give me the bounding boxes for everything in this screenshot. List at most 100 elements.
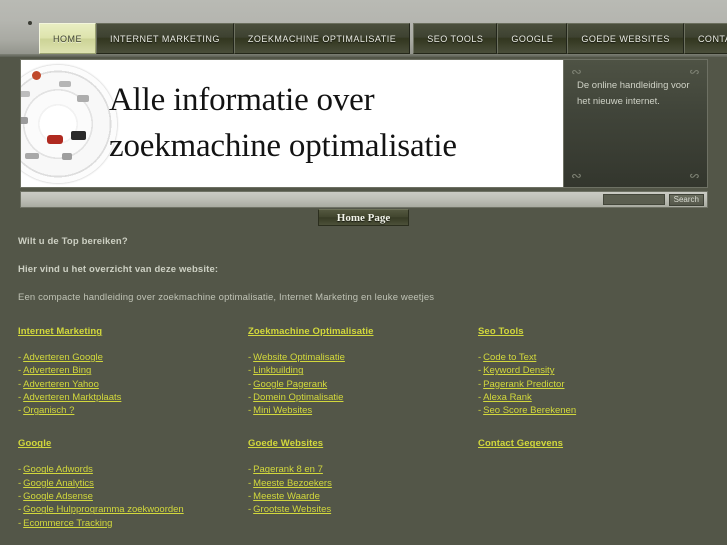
list-bullet-dash: - [478,391,482,403]
link-block: Seo Tools - Code to Text - Keyword Density - P… [478,321,709,417]
banner-tagline-text: De online handleiding voor het nieuwe in… [577,80,690,107]
list-item: - Adverteren Google [18,351,248,364]
list-bullet-dash: - [18,378,22,390]
link-block-title[interactable]: Seo Tools [478,326,524,337]
content-link[interactable]: Ecommerce Tracking [23,518,112,529]
banner-heading-line-1: Alle informatie over [109,81,375,118]
nav-tab-home[interactable]: HOME [39,23,96,54]
list-bullet-dash: - [18,504,22,516]
list-bullet-dash: - [248,464,252,476]
link-columns-grid: Internet Marketing - Adverteren Google - Adv… [18,321,709,530]
content-link[interactable]: Pagerank Predictor [483,379,564,390]
list-item: - Alexa Rank [478,391,709,404]
home-page-button[interactable]: Home Page [318,209,409,226]
list-bullet-dash: - [478,405,482,417]
list-bullet-dash: - [18,491,22,503]
link-list: - Website Optimalisatie - Linkbuilding - Goog… [248,351,478,417]
flourish-ornament-icon: ∾ [689,168,700,183]
content-link[interactable]: Linkbuilding [253,365,303,376]
list-bullet-dash: - [478,352,482,363]
list-item: - Meeste Bezoekers [248,477,478,490]
nav-tab-internet-marketing[interactable]: INTERNET MARKETING [96,23,234,54]
nav-tab-seo-tools[interactable]: SEO TOOLS [413,23,498,54]
content-link[interactable]: Meeste Waarde [253,491,320,502]
list-item: - Grootste Websites [248,503,478,516]
list-item: - Mini Websites [248,404,478,417]
content-link[interactable]: Google Pagerank [253,379,327,390]
content-link[interactable]: Google Analytics [23,478,94,489]
content-link[interactable]: Adverteren Marktplaats [23,392,121,403]
content-link[interactable]: Organisch ? [23,405,74,416]
content-link[interactable]: Adverteren Bing [23,365,91,376]
content-link[interactable]: Seo Score Berekenen [483,405,576,416]
list-item: - Adverteren Bing [18,364,248,377]
content-link[interactable]: Pagerank 8 en 7 [253,464,323,475]
main-navigation: HOME INTERNET MARKETING ZOEKMACHINE OPTIMA… [39,23,727,54]
link-block-title[interactable]: Google [18,438,51,449]
list-bullet-dash: - [478,378,482,390]
content-link[interactable]: Meeste Bezoekers [253,478,332,489]
content-link[interactable]: Google Adsense [23,491,93,502]
list-item: - Google Pagerank [248,378,478,391]
content-link[interactable]: Grootste Websites [253,504,331,515]
search-button[interactable]: Search [668,193,704,206]
banner-row: Alle informatie over zoekmachine optimal… [20,59,708,188]
banner-headline-panel: Alle informatie over zoekmachine optimal… [21,60,563,187]
content-link[interactable]: Website Optimalisatie [253,352,345,363]
list-item: - Linkbuilding [248,364,478,377]
list-bullet-dash: - [248,352,252,363]
content-link[interactable]: Alexa Rank [483,392,532,403]
content-link[interactable]: Keyword Density [483,365,554,376]
list-bullet-dash: - [248,504,252,516]
list-bullet-dash: - [248,491,252,503]
list-bullet-dash: - [18,477,22,489]
link-block-title[interactable]: Contact Gegevens [478,438,563,449]
content-link[interactable]: Google Hulpprogramma zoekwoorden [23,504,184,515]
link-list: - Google Adwords - Google Analytics - Google … [18,463,248,529]
list-item: - Adverteren Yahoo [18,378,248,391]
link-block-title[interactable]: Internet Marketing [18,326,102,337]
link-list: - Code to Text - Keyword Density - Pagerank P… [478,351,709,417]
list-item: - Keyword Density [478,364,709,377]
content-link[interactable]: Mini Websites [253,405,312,416]
list-item: - Pagerank 8 en 7 [248,463,478,476]
link-block: Zoekmachine Optimalisatie - Website Optima… [248,321,478,417]
list-bullet-dash: - [248,378,252,390]
content-link[interactable]: Domein Optimalisatie [253,392,343,403]
list-item: - Google Hulpprogramma zoekwoorden [18,503,248,516]
list-item: - Website Optimalisatie [248,351,478,364]
list-item: - Pagerank Predictor [478,378,709,391]
list-item: - Domein Optimalisatie [248,391,478,404]
intro-description: Een compacte handleiding over zoekmachin… [18,292,435,303]
list-bullet-dash: - [248,391,252,403]
list-item: - Adverteren Marktplaats [18,391,248,404]
intro-headline-2: Hier vind u het overzicht van deze websi… [18,264,219,275]
link-block: Goede Websites - Pagerank 8 en 7- Meeste Be… [248,433,478,529]
list-item: - Meeste Waarde [248,490,478,503]
content-link[interactable]: Code to Text [483,352,536,363]
content-link[interactable]: Adverteren Google [23,352,103,363]
nav-tab-zoekmachine-optimalisatie[interactable]: ZOEKMACHINE OPTIMALISATIE [233,23,411,54]
list-bullet-dash: - [18,464,22,476]
link-block-title[interactable]: Zoekmachine Optimalisatie [248,326,374,337]
link-block: Contact Gegevens [478,433,709,529]
nav-tab-goede-websites[interactable]: GOEDE WEBSITES [567,23,684,54]
content-link[interactable]: Adverteren Yahoo [23,379,99,390]
list-bullet-dash: - [248,477,252,489]
banner-heading-line-2: zoekmachine optimalisatie [109,127,457,164]
link-block-title[interactable]: Goede Websites [248,438,323,449]
link-list: - Pagerank 8 en 7- Meeste Bezoekers - Meeste… [248,463,478,516]
nav-tab-google[interactable]: GOOGLE [497,23,568,54]
search-input[interactable] [602,194,665,205]
list-item: - Organisch ? [18,404,248,417]
list-bullet-dash: - [18,405,22,417]
link-list: - Adverteren Google - Adverteren Bing - Adver… [18,351,248,417]
nav-tab-contact-adres[interactable]: CONTACT ADRES [683,23,727,54]
flourish-ornament-icon: ∾ [571,168,582,183]
flourish-ornament-icon: ∾ [571,64,582,79]
banner-heading: Alle informatie over zoekmachine optimal… [109,78,457,169]
corner-bullet-marker [28,21,32,25]
link-block: Internet Marketing - Adverteren Google - Adv… [18,321,248,417]
list-bullet-dash: - [18,352,22,363]
content-link[interactable]: Google Adwords [23,464,93,475]
